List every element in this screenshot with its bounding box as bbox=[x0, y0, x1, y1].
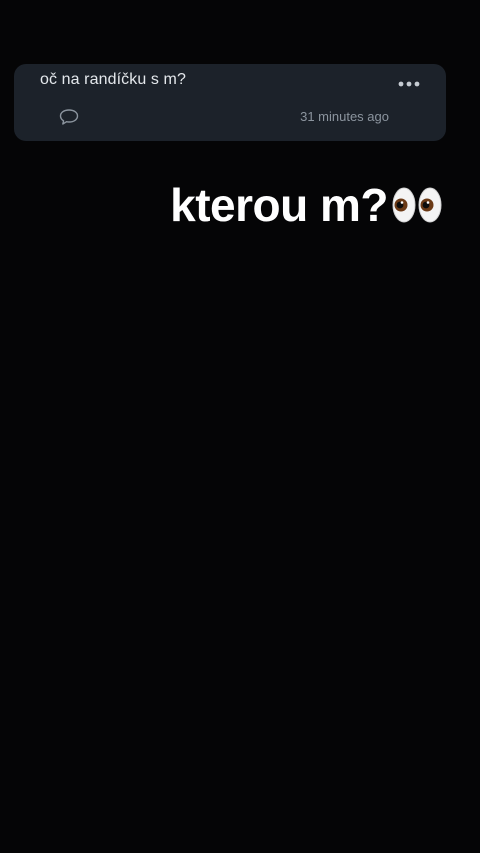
caption: kterou m? bbox=[170, 178, 442, 232]
comment-bubble-icon[interactable] bbox=[59, 108, 79, 126]
caption-text: kterou m? bbox=[170, 179, 388, 231]
more-horizontal-icon[interactable] bbox=[398, 78, 420, 90]
eyes-emoji-icon bbox=[392, 187, 442, 223]
story-canvas: oč na randíčku s m? 31 minutes ago ktero… bbox=[0, 0, 480, 853]
timestamp: 31 minutes ago bbox=[300, 109, 389, 124]
question-text: oč na randíčku s m? bbox=[40, 71, 186, 88]
question-card[interactable]: oč na randíčku s m? 31 minutes ago bbox=[14, 64, 446, 141]
